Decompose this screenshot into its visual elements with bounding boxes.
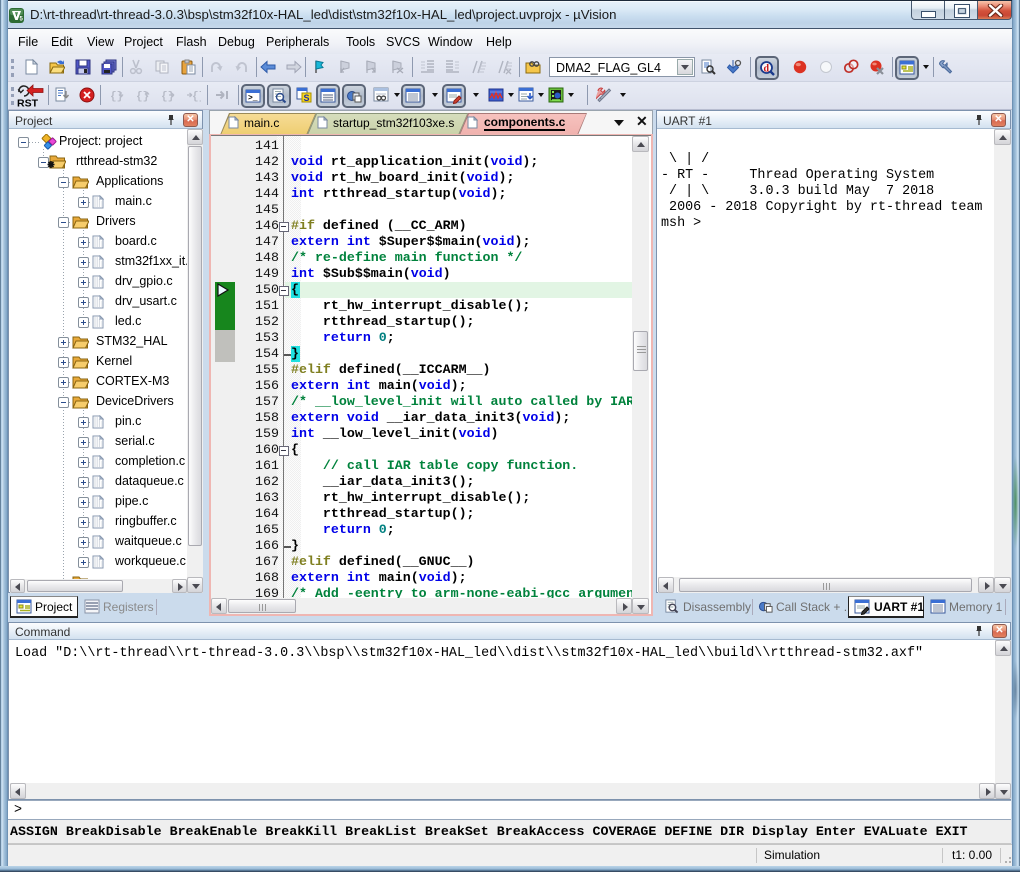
svg-text:>_: >_ xyxy=(248,94,258,103)
svg-text:d: d xyxy=(764,64,770,75)
svg-text:RST: RST xyxy=(17,98,39,109)
svg-text:S: S xyxy=(304,93,310,103)
svg-text:{}: {} xyxy=(192,91,201,103)
